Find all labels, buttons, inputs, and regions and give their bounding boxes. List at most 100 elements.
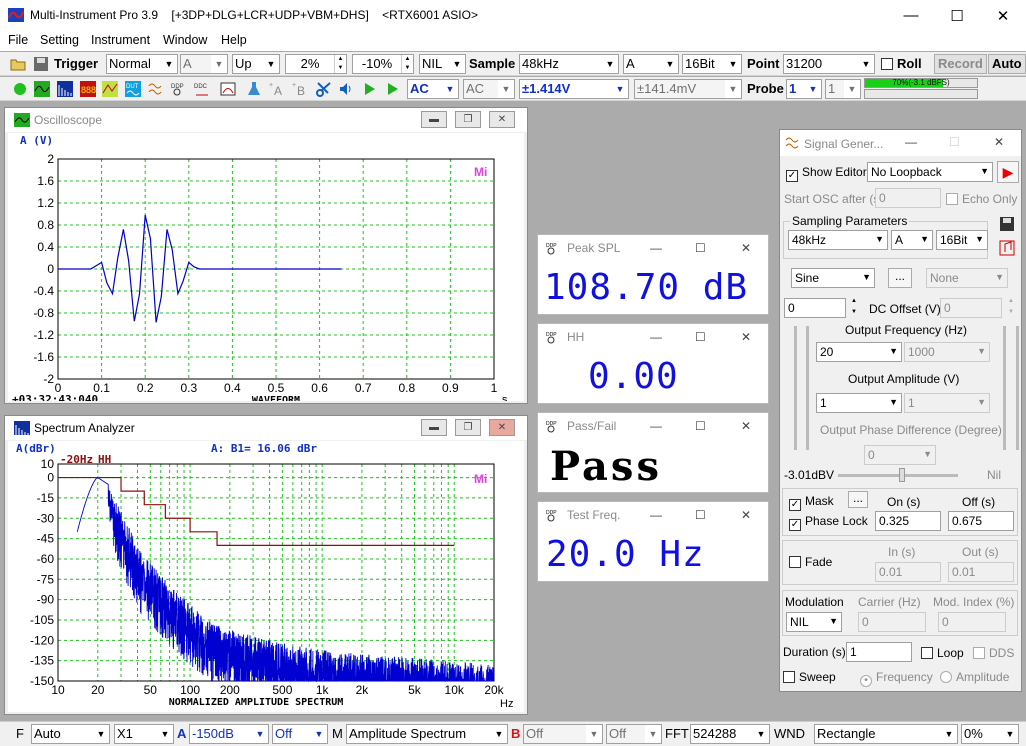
modulation-select[interactable]: NIL ▼ bbox=[786, 612, 842, 632]
sweep-amplitude-radio[interactable]: Amplitude bbox=[940, 670, 1009, 684]
spectrum-icon[interactable] bbox=[57, 81, 73, 97]
close-icon[interactable]: ✕ bbox=[994, 135, 1004, 149]
gen-bits-select[interactable]: 16Bit ▼ bbox=[936, 230, 988, 250]
dc-offset-a-spin[interactable]: ▲ ▼ bbox=[847, 296, 861, 320]
close-icon[interactable]: ✕ bbox=[741, 330, 751, 344]
record-wave-icon[interactable] bbox=[220, 81, 236, 97]
window-select[interactable]: Rectangle ▼ bbox=[814, 724, 958, 744]
ddp-icon[interactable]: DDP bbox=[171, 81, 187, 97]
record-button[interactable]: Record bbox=[934, 54, 987, 74]
maximize-icon[interactable]: ☐ bbox=[695, 419, 706, 433]
b-off-select[interactable]: Off ▼ bbox=[523, 724, 603, 744]
fade-out-input[interactable]: 0.01 bbox=[948, 562, 1014, 582]
spec-restore-button[interactable]: ❐ bbox=[455, 419, 481, 436]
trigger-mode-select[interactable]: Normal ▼ bbox=[106, 54, 178, 74]
menu-help[interactable]: Help bbox=[221, 33, 247, 47]
channel-select[interactable]: A ▼ bbox=[623, 54, 679, 74]
pretrigger-spin[interactable]: -10% ▲ ▼ bbox=[352, 54, 414, 74]
off-input[interactable]: 0.675 bbox=[948, 511, 1014, 531]
save-icon[interactable] bbox=[33, 56, 49, 72]
range-a-select[interactable]: ±1.414V ▼ bbox=[519, 79, 629, 99]
phase-select[interactable]: 0 ▼ bbox=[864, 445, 936, 465]
close-button[interactable]: ✕ bbox=[980, 0, 1026, 31]
trigger-edge-select[interactable]: Up ▼ bbox=[232, 54, 280, 74]
menu-file[interactable]: File bbox=[8, 33, 28, 47]
minimize-icon[interactable]: — bbox=[650, 330, 662, 344]
play-icon[interactable] bbox=[361, 81, 377, 97]
carrier-input[interactable]: 0 bbox=[858, 612, 926, 632]
roll-checkbox[interactable]: Roll bbox=[881, 56, 922, 71]
save-icon[interactable] bbox=[999, 216, 1015, 232]
add-b-icon[interactable]: B+ bbox=[292, 81, 308, 97]
flask-icon[interactable] bbox=[246, 81, 262, 97]
gen-rate-select[interactable]: 48kHz ▼ bbox=[788, 230, 888, 250]
generator-icon[interactable]: DUT bbox=[125, 81, 141, 97]
loop-checkbox[interactable]: Loop bbox=[921, 646, 964, 660]
spectrum-plot-area[interactable]: 10 20 50 100 200 500 1k 2k 5k 10k 20k 10 0 -15 -30 -45-… bbox=[8, 441, 524, 712]
fft-select[interactable]: 524288 ▼ bbox=[690, 724, 770, 744]
menu-window[interactable]: Window bbox=[163, 33, 207, 47]
points-select[interactable]: 31200 ▼ bbox=[783, 54, 875, 74]
dc-offset-a-input[interactable]: 0 bbox=[784, 298, 846, 318]
spec-close-button[interactable]: ✕ bbox=[489, 419, 515, 436]
dds-checkbox[interactable]: DDS bbox=[973, 646, 1014, 660]
a-range-select[interactable]: -150dB ▼ bbox=[189, 724, 269, 744]
range-b-select[interactable]: ±141.4mV ▼ bbox=[634, 79, 742, 99]
maximize-icon[interactable]: ☐ bbox=[949, 135, 960, 149]
sweep-frequency-radio[interactable]: • Frequency bbox=[860, 670, 933, 687]
minimize-icon[interactable]: — bbox=[650, 419, 662, 433]
osc-close-button[interactable]: ✕ bbox=[489, 111, 515, 128]
auto-button[interactable]: Auto bbox=[988, 54, 1026, 74]
phase-lock-checkbox[interactable]: ✓ Phase Lock bbox=[789, 514, 868, 531]
minimize-button[interactable]: — bbox=[888, 0, 934, 31]
add-a-icon[interactable]: A+ bbox=[269, 81, 285, 97]
loopback-select[interactable]: No Loopback ▼ bbox=[867, 162, 993, 182]
oscilloscope-chart[interactable]: 0 0.1 0.2 0.3 0.4 0.5 0.6 0.7 0.8 0.9 121.61.20.80… bbox=[8, 133, 524, 406]
minimize-icon[interactable]: — bbox=[650, 508, 662, 522]
play-once-icon[interactable] bbox=[384, 81, 400, 97]
gen-channel-select[interactable]: A ▼ bbox=[891, 230, 933, 250]
maximize-icon[interactable]: ☐ bbox=[695, 330, 706, 344]
probe-a-select[interactable]: 1 ▼ bbox=[786, 79, 822, 99]
overlap-select[interactable]: 0% ▼ bbox=[961, 724, 1019, 744]
dc-offset-b-input[interactable]: 0 bbox=[940, 298, 1002, 318]
music-note-icon[interactable] bbox=[999, 240, 1015, 256]
f-select[interactable]: Auto ▼ bbox=[31, 724, 110, 744]
freq-a-select[interactable]: 20 ▼ bbox=[816, 342, 902, 362]
coupling-a-select[interactable]: AC ▼ bbox=[407, 79, 459, 99]
echo-only-checkbox[interactable]: Echo Only bbox=[946, 192, 1017, 206]
ddc-icon[interactable]: DDC bbox=[194, 81, 210, 97]
trigger-channel-select[interactable]: A ▼ bbox=[180, 54, 228, 74]
oscilloscope-icon[interactable] bbox=[34, 81, 50, 97]
scissors-icon[interactable] bbox=[316, 81, 332, 97]
x-scale-select[interactable]: X1 ▼ bbox=[114, 724, 174, 744]
level-slider-b-track[interactable] bbox=[1003, 326, 1006, 450]
play-generator-button[interactable]: ▶ bbox=[997, 161, 1019, 183]
coupling-b-select[interactable]: AC ▼ bbox=[463, 79, 515, 99]
b-off2-select[interactable]: Off ▼ bbox=[606, 724, 662, 744]
minimize-icon[interactable]: — bbox=[650, 241, 662, 255]
balance-slider-thumb[interactable] bbox=[899, 468, 905, 482]
menu-instrument[interactable]: Instrument bbox=[91, 33, 150, 47]
close-icon[interactable]: ✕ bbox=[741, 419, 751, 433]
waveform-select[interactable]: Sine ▼ bbox=[791, 268, 875, 288]
duration-input[interactable]: 1 bbox=[846, 642, 912, 662]
balance-slider[interactable] bbox=[838, 474, 958, 477]
waveform-options-button[interactable]: ... bbox=[888, 268, 912, 288]
oscilloscope-plot-area[interactable]: 0 0.1 0.2 0.3 0.4 0.5 0.6 0.7 0.8 0.9 1 2 1.6 1.2 0.8 0… bbox=[8, 133, 524, 406]
osc-minimize-button[interactable]: ▬ bbox=[421, 111, 447, 128]
open-icon[interactable] bbox=[10, 56, 26, 72]
dc-offset-b-spin[interactable]: ▲ ▼ bbox=[1004, 296, 1018, 320]
mod-index-input[interactable]: 0 bbox=[938, 612, 1006, 632]
spin-arrows-icon[interactable]: ▲ ▼ bbox=[401, 55, 413, 73]
maximize-icon[interactable]: ☐ bbox=[695, 241, 706, 255]
start-osc-input[interactable]: 0 bbox=[875, 188, 941, 208]
level-slider-a-track[interactable] bbox=[794, 326, 797, 450]
trigger-level-spin[interactable]: 2% ▲ ▼ bbox=[285, 54, 347, 74]
run-circle-icon[interactable] bbox=[12, 81, 28, 97]
close-icon[interactable]: ✕ bbox=[741, 241, 751, 255]
multimeter-icon[interactable]: 888 bbox=[80, 81, 96, 97]
waveform2-select[interactable]: None ▼ bbox=[926, 268, 1008, 288]
maximize-button[interactable]: ☐ bbox=[934, 0, 980, 31]
probe-b-select[interactable]: 1 ▼ bbox=[825, 79, 861, 99]
